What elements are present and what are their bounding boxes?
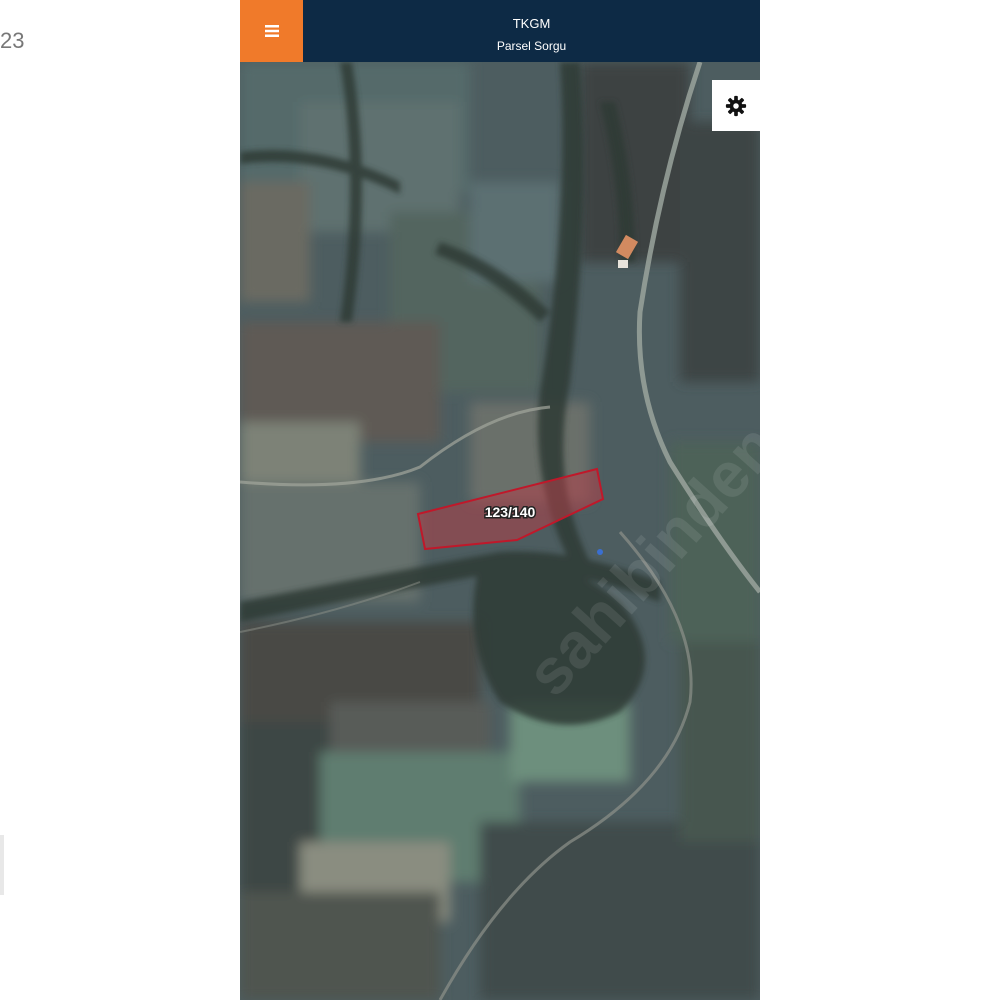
app-subtitle: Parsel Sorgu <box>496 39 567 53</box>
edge-decoration <box>0 835 4 895</box>
satellite-map[interactable]: sahibinden.com 123/140 <box>240 61 760 1000</box>
map-canvas[interactable]: sahibinden.com 123/140 <box>240 61 760 1000</box>
gear-icon <box>725 95 747 116</box>
app-title: TKGM <box>512 16 551 31</box>
parcel-label: 123/140 <box>485 504 536 520</box>
app-header: TKGM Parsel Sorgu <box>240 0 760 62</box>
building-roof <box>618 260 628 268</box>
header-titles: TKGM Parsel Sorgu <box>303 0 760 62</box>
location-marker <box>597 549 603 555</box>
app-screen: sahibinden.com 123/140 TKGM Parsel Sorgu <box>240 0 760 1000</box>
hamburger-menu-icon <box>264 25 279 37</box>
stray-page-text: 23 <box>0 28 25 53</box>
settings-button[interactable] <box>712 80 760 131</box>
menu-button[interactable] <box>240 0 303 62</box>
